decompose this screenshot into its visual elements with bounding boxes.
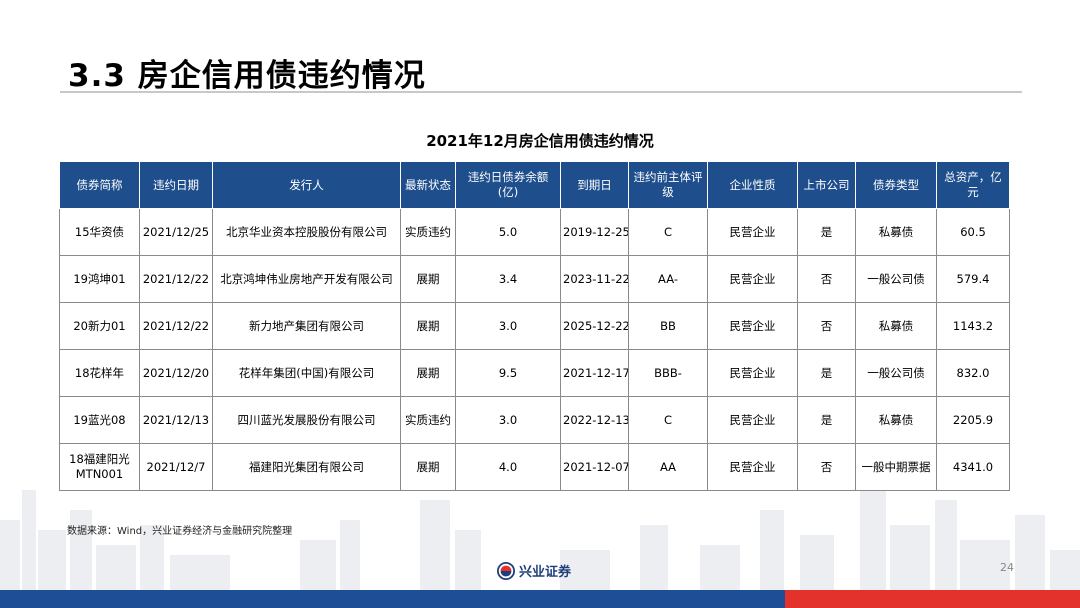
company-logo-text: 兴业证券 <box>519 565 572 580</box>
data-source-note: 数据来源：Wind，兴业证券经济与金融研究院整理 <box>67 526 293 537</box>
column-header: 债券简称 <box>59 161 140 209</box>
table-cell: 832.0 <box>936 349 1010 397</box>
table-cell: 1143.2 <box>936 302 1010 350</box>
table-cell: 展期 <box>400 443 456 491</box>
table-cell: 18花样年 <box>59 349 140 397</box>
table-cell: AA <box>628 443 708 491</box>
table-cell: 民营企业 <box>707 349 798 397</box>
table-caption: 2021年12月房企信用债违约情况 <box>426 132 654 150</box>
table-cell: 2021/12/22 <box>139 255 213 303</box>
table-cell: 展期 <box>400 302 456 350</box>
table-cell: 私募债 <box>855 302 937 350</box>
table-row: 20新力01 2021/12/22 新力地产集团有限公司 展期 3.0 2025… <box>59 302 1010 350</box>
page-number: 24 <box>1000 561 1014 574</box>
table-cell: 5.0 <box>455 208 561 256</box>
table-cell: 否 <box>797 443 856 491</box>
company-logo: 兴业证券 <box>497 561 571 580</box>
table-cell: 民营企业 <box>707 396 798 444</box>
table-cell: 一般中期票据 <box>855 443 937 491</box>
table-header-row: 债券简称 违约日期 发行人 最新状态 违约日债券余额(亿) 到期日 违约前主体评… <box>59 161 1010 209</box>
column-header: 违约日债券余额(亿) <box>455 161 561 209</box>
table-cell: 北京华业资本控股股份有限公司 <box>212 208 401 256</box>
table-cell: C <box>628 208 708 256</box>
footer-bar-blue <box>0 590 785 608</box>
table-cell: 私募债 <box>855 208 937 256</box>
table-cell: 19鸿坤01 <box>59 255 140 303</box>
column-header: 最新状态 <box>400 161 456 209</box>
table-cell: BB <box>628 302 708 350</box>
table-cell: 一般公司债 <box>855 349 937 397</box>
table-cell: 否 <box>797 255 856 303</box>
table-cell: 2025-12-22 <box>560 302 629 350</box>
table-cell: 2019-12-25 <box>560 208 629 256</box>
column-header: 债券类型 <box>855 161 937 209</box>
table-cell: 私募债 <box>855 396 937 444</box>
table-cell: 3.0 <box>455 302 561 350</box>
table-cell: 展期 <box>400 349 456 397</box>
table-cell: 4341.0 <box>936 443 1010 491</box>
table-cell: 3.0 <box>455 396 561 444</box>
table-cell: 4.0 <box>455 443 561 491</box>
table-cell: 展期 <box>400 255 456 303</box>
table-cell: 9.5 <box>455 349 561 397</box>
table-cell: 2021-12-17 <box>560 349 629 397</box>
slide-title: 3.3 房企信用债违约情况 <box>68 58 426 94</box>
table-cell: 15华资债 <box>59 208 140 256</box>
table-cell: 民营企业 <box>707 255 798 303</box>
table-cell: 是 <box>797 396 856 444</box>
table-cell: 2205.9 <box>936 396 1010 444</box>
table-cell: 花样年集团(中国)有限公司 <box>212 349 401 397</box>
table-cell: 北京鸿坤伟业房地产开发有限公司 <box>212 255 401 303</box>
table-cell: BBB- <box>628 349 708 397</box>
table-cell: 民营企业 <box>707 208 798 256</box>
table-cell: 是 <box>797 208 856 256</box>
column-header: 上市公司 <box>797 161 856 209</box>
table-cell: 四川蓝光发展股份有限公司 <box>212 396 401 444</box>
table-cell: 20新力01 <box>59 302 140 350</box>
company-logo-icon <box>497 561 515 580</box>
table-cell: 否 <box>797 302 856 350</box>
table-cell: 2021/12/22 <box>139 302 213 350</box>
table-row: 15华资债 2021/12/25 北京华业资本控股股份有限公司 实质违约 5.0… <box>59 208 1010 256</box>
title-divider <box>60 91 1022 93</box>
table-cell: 新力地产集团有限公司 <box>212 302 401 350</box>
table-cell: 2022-12-13 <box>560 396 629 444</box>
column-header: 发行人 <box>212 161 401 209</box>
table-cell: 实质违约 <box>400 396 456 444</box>
column-header: 违约日期 <box>139 161 213 209</box>
table-cell: 579.4 <box>936 255 1010 303</box>
table-cell: 18福建阳光MTN001 <box>59 443 140 491</box>
table-cell: 2021/12/20 <box>139 349 213 397</box>
column-header: 到期日 <box>560 161 629 209</box>
table-cell: 实质违约 <box>400 208 456 256</box>
column-header: 企业性质 <box>707 161 798 209</box>
table-cell: 19蓝光08 <box>59 396 140 444</box>
column-header: 总资产，亿元 <box>936 161 1010 209</box>
footer-bar-red <box>785 590 1080 608</box>
table-cell: 2021/12/25 <box>139 208 213 256</box>
table-cell: 2021/12/7 <box>139 443 213 491</box>
table-cell: 2021/12/13 <box>139 396 213 444</box>
table-row: 19蓝光08 2021/12/13 四川蓝光发展股份有限公司 实质违约 3.0 … <box>59 396 1010 444</box>
table-cell: 2023-11-22 <box>560 255 629 303</box>
table-cell: 60.5 <box>936 208 1010 256</box>
table-cell: 一般公司债 <box>855 255 937 303</box>
table-row: 18花样年 2021/12/20 花样年集团(中国)有限公司 展期 9.5 20… <box>59 349 1010 397</box>
column-header: 违约前主体评级 <box>628 161 708 209</box>
table-row: 19鸿坤01 2021/12/22 北京鸿坤伟业房地产开发有限公司 展期 3.4… <box>59 255 1010 303</box>
table-cell: 2021-12-07 <box>560 443 629 491</box>
table-cell: 民营企业 <box>707 302 798 350</box>
table-cell: AA- <box>628 255 708 303</box>
table-cell: 是 <box>797 349 856 397</box>
table-cell: 福建阳光集团有限公司 <box>212 443 401 491</box>
bond-default-table: 债券简称 违约日期 发行人 最新状态 违约日债券余额(亿) 到期日 违约前主体评… <box>59 161 1010 491</box>
table-cell: C <box>628 396 708 444</box>
table-cell: 3.4 <box>455 255 561 303</box>
table-cell: 民营企业 <box>707 443 798 491</box>
table-row: 18福建阳光MTN001 2021/12/7 福建阳光集团有限公司 展期 4.0… <box>59 443 1010 491</box>
